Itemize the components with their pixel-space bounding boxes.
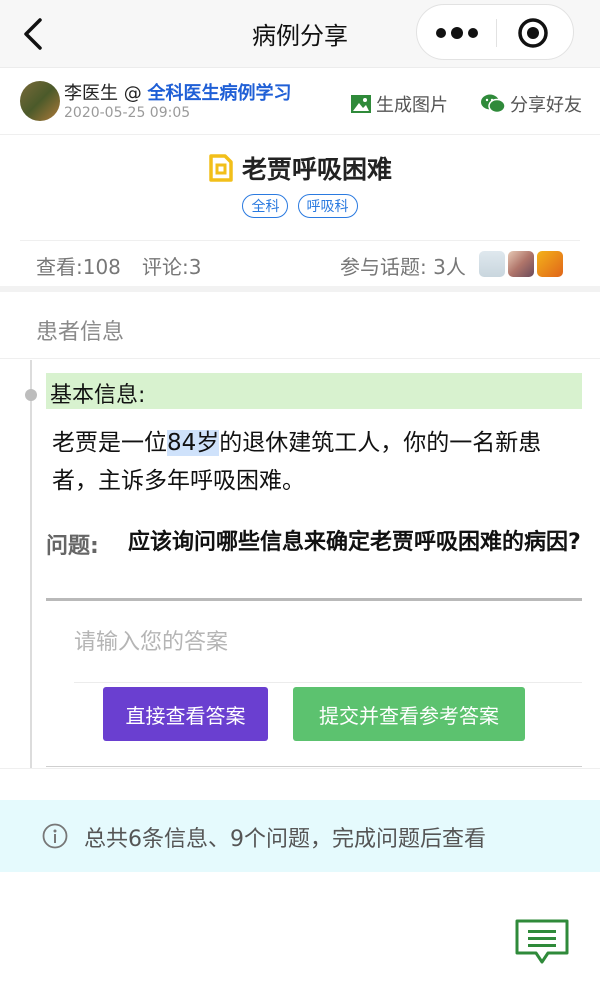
timeline-line — [30, 360, 32, 768]
tag-respiratory[interactable]: 呼吸科 — [297, 194, 358, 218]
case-title: 老贾呼吸困难 — [208, 150, 392, 186]
divider — [0, 358, 600, 359]
post-time: 2020-05-25 09:05 — [64, 105, 191, 121]
info-body: 老贾是一位84岁的退休建筑工人，你的一名新患者，主诉多年呼吸困难。 — [52, 424, 582, 500]
stats-row: 查看:108 评论:3 参与话题: 3人 — [20, 240, 580, 286]
answer-underline — [74, 682, 582, 683]
timeline-dot — [25, 389, 37, 401]
target-icon[interactable] — [517, 17, 549, 49]
participant-avatar[interactable] — [537, 251, 563, 277]
participant-avatar[interactable] — [508, 251, 534, 277]
question-divider — [46, 598, 582, 601]
question-label: 问题: — [46, 534, 99, 559]
share-friends-button[interactable]: 分享好友 — [480, 91, 582, 117]
more-dots-icon[interactable] — [435, 25, 479, 41]
image-icon — [351, 95, 371, 113]
navigation-bar: 病例分享 — [0, 0, 600, 68]
view-answer-button[interactable]: 直接查看答案 — [103, 687, 268, 741]
info-icon — [42, 823, 68, 849]
divider — [46, 766, 582, 767]
generate-image-label: 生成图片 — [376, 95, 448, 116]
participant-count: 参与话题: 3人 — [340, 255, 466, 279]
author-avatar[interactable] — [20, 81, 60, 121]
group-link[interactable]: 全科医生病例学习 — [147, 83, 291, 104]
miniprogram-capsule — [416, 4, 574, 60]
share-friends-label: 分享好友 — [510, 95, 582, 116]
question-text: 应该询问哪些信息来确定老贾呼吸困难的病因? — [128, 530, 581, 555]
comment-icon[interactable] — [514, 918, 570, 966]
case-title-area: 老贾呼吸困难 — [0, 150, 600, 186]
tag-list: 全科 呼吸科 — [0, 194, 600, 218]
info-heading: 基本信息: — [46, 373, 582, 409]
section-heading: 患者信息 — [36, 320, 125, 345]
section-separator — [0, 286, 600, 292]
generate-image-button[interactable]: 生成图片 — [350, 91, 448, 117]
wechat-icon — [481, 94, 506, 114]
participant-avatar[interactable] — [479, 251, 505, 277]
author-row: 李医生 @ 全科医生病例学习 2020-05-25 09:05 生成图片 分享好… — [0, 69, 600, 135]
info-text-start: 老贾是一位 — [52, 430, 167, 456]
submit-answer-button[interactable]: 提交并查看参考答案 — [293, 687, 525, 741]
case-title-text: 老贾呼吸困难 — [241, 155, 392, 184]
author-line: 李医生 @ 全科医生病例学习 — [64, 79, 291, 105]
age-highlight: 84岁 — [167, 430, 220, 456]
notice-banner: 总共6条信息、9个问题，完成问题后查看 — [0, 800, 600, 872]
divider — [0, 768, 600, 769]
answer-input[interactable] — [74, 620, 582, 664]
comment-count[interactable]: 评论:3 — [142, 251, 201, 280]
author-name: 李医生 @ — [64, 83, 148, 104]
notice-text: 总共6条信息、9个问题，完成问题后查看 — [84, 827, 486, 852]
view-count: 查看:108 — [36, 255, 121, 279]
tag-general[interactable]: 全科 — [242, 194, 289, 218]
document-icon — [209, 154, 233, 182]
capsule-divider — [496, 19, 497, 47]
